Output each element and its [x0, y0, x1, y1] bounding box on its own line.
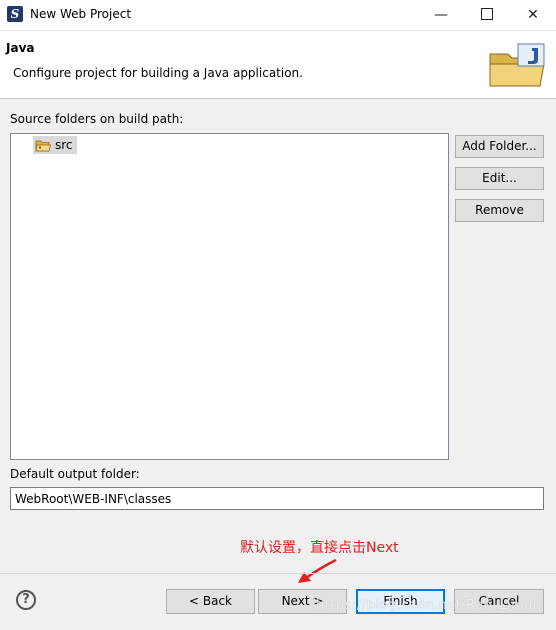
help-icon[interactable]: ?: [16, 590, 36, 610]
page-title: Java: [6, 41, 35, 55]
eclipse-app-icon: S: [7, 6, 23, 22]
remove-button[interactable]: Remove: [455, 199, 544, 222]
output-folder-label: Default output folder:: [10, 467, 140, 481]
footer-separator: [0, 573, 556, 574]
maximize-icon: [481, 7, 493, 20]
source-folder-icon: [35, 140, 51, 151]
java-folder-icon: [489, 43, 545, 87]
close-button[interactable]: ✕: [510, 0, 556, 30]
tree-item-label: src: [55, 138, 73, 152]
wizard-banner: Java Configure project for building a Ja…: [0, 31, 556, 99]
watermark: https://blog.csdn.net/Rao_Limon: [316, 598, 542, 613]
source-folders-label: Source folders on build path:: [10, 112, 184, 126]
annotation-arrow-icon: [298, 558, 337, 583]
back-button[interactable]: < Back: [166, 589, 255, 614]
add-folder-button[interactable]: Add Folder...: [455, 135, 544, 158]
title-bar: S New Web Project — ✕: [0, 0, 556, 31]
minimize-button[interactable]: —: [418, 0, 464, 30]
annotation-text: 默认设置，直接点击Next: [240, 540, 399, 556]
window-title: New Web Project: [30, 7, 132, 21]
source-folders-tree[interactable]: src: [10, 133, 449, 460]
maximize-button[interactable]: [464, 0, 510, 30]
page-description: Configure project for building a Java ap…: [13, 66, 303, 80]
tree-item-src[interactable]: src: [33, 136, 77, 154]
edit-button[interactable]: Edit...: [455, 167, 544, 190]
output-folder-input[interactable]: [10, 487, 544, 510]
